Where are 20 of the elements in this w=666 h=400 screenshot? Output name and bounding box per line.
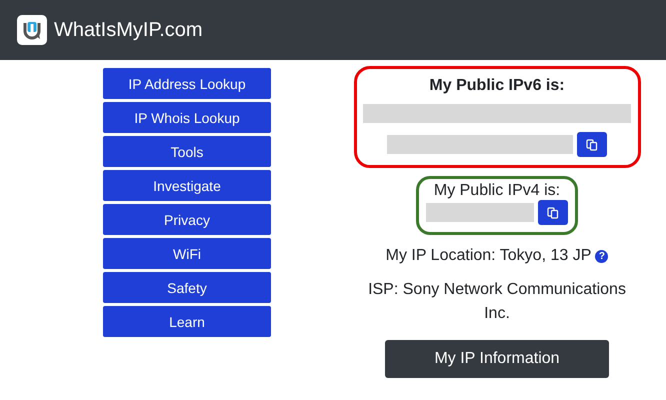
nav-button[interactable]: Investigate — [103, 170, 271, 201]
site-title[interactable]: WhatIsMyIP.com — [54, 18, 203, 42]
nav-button[interactable]: Safety — [103, 272, 271, 303]
nav-button[interactable]: Learn — [103, 306, 271, 337]
isp-text: ISP: Sony Network Communications Inc. — [367, 280, 627, 324]
copy-button[interactable] — [538, 200, 568, 225]
nav-button[interactable]: WiFi — [103, 238, 271, 269]
location-text: My IP Location: Tokyo, 13 JP — [386, 247, 592, 265]
ipv6-heading: My Public IPv6 is: — [429, 77, 565, 95]
copy-button[interactable] — [577, 132, 607, 157]
nav-button[interactable]: IP Whois Lookup — [103, 102, 271, 133]
copy-icon — [547, 206, 559, 218]
logo-icon[interactable] — [17, 15, 47, 45]
nav-button[interactable]: IP Address Lookup — [103, 68, 271, 99]
ip-information-button[interactable]: My IP Information — [385, 340, 609, 378]
ipv4-heading: My Public IPv4 is: — [434, 182, 560, 200]
nav-button[interactable]: Privacy — [103, 204, 271, 235]
help-icon[interactable]: ? — [595, 250, 608, 262]
copy-icon — [586, 138, 598, 150]
nav-button[interactable]: Tools — [103, 136, 271, 167]
